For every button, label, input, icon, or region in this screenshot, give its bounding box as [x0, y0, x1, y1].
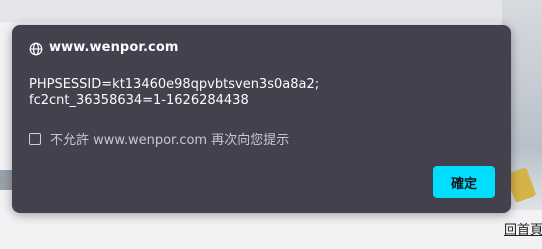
dialog-message: PHPSESSID=kt13460e98qpvbtsven3s0a8a2; fc… [29, 77, 319, 109]
home-link[interactable]: 回首頁 [504, 219, 542, 238]
ok-button[interactable]: 確定 [433, 166, 495, 198]
suppress-prompts-checkbox[interactable] [29, 132, 41, 145]
alert-dialog: www.wenpor.com PHPSESSID=kt13460e98qpvbt… [12, 25, 511, 213]
background-header [0, 0, 542, 22]
suppress-prompts-row[interactable]: 不允許 www.wenpor.com 再次向您提示 [29, 129, 289, 148]
globe-icon [29, 41, 43, 55]
dialog-title: www.wenpor.com [49, 40, 179, 55]
dialog-header: www.wenpor.com [29, 40, 179, 55]
suppress-prompts-label[interactable]: 不允許 www.wenpor.com 再次向您提示 [50, 129, 289, 148]
message-line: PHPSESSID=kt13460e98qpvbtsven3s0a8a2; [29, 77, 320, 92]
message-line: fc2cnt_36358634=1-1626284438 [29, 93, 249, 108]
